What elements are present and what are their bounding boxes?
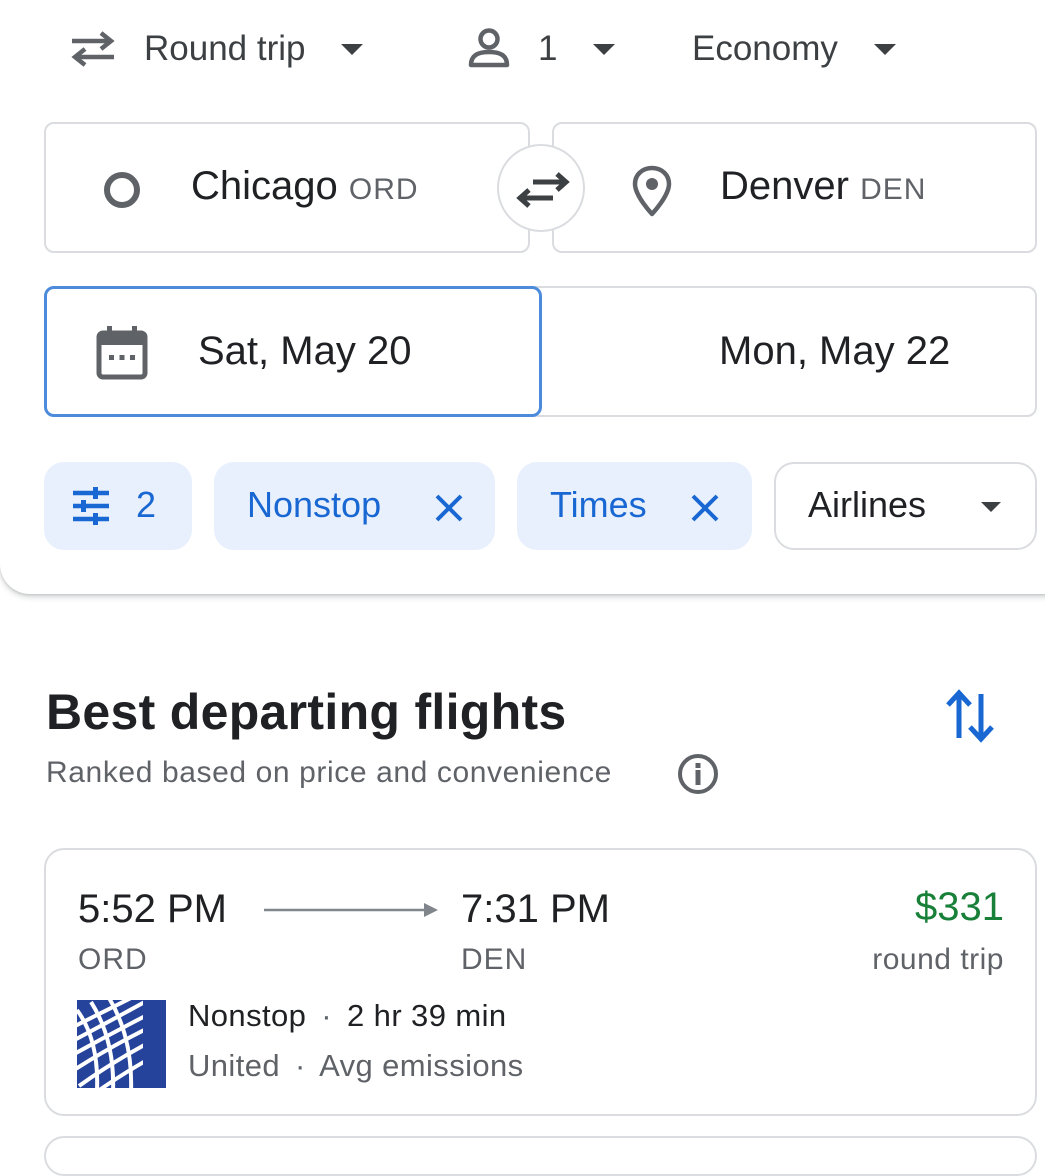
passengers-count: 1 [538,29,558,68]
close-icon[interactable] [434,493,464,528]
cabin-class-label: Economy [692,29,838,68]
caret-down-icon [873,43,896,55]
price-note: round trip [872,943,1004,976]
arrive-airport-code: DEN [461,943,528,976]
cabin-class-select[interactable]: Economy [692,22,896,76]
origin-value: Chicago ORD [191,164,419,209]
caret-down-icon [341,43,364,55]
tune-icon [71,487,111,530]
destination-value: Denver DEN [720,164,926,209]
times-chip[interactable]: Times [517,462,752,550]
circle-origin-icon [102,170,142,215]
destination-city: Denver [720,164,849,208]
info-icon[interactable] [677,753,719,800]
separator: · [295,1048,306,1083]
return-date-field[interactable]: Mon, May 22 [528,286,1037,417]
calendar-icon [94,323,150,388]
depart-time: 5:52 PM [78,887,227,931]
passengers-select[interactable]: 1 [466,22,616,76]
times-chip-label: Times [550,484,647,525]
return-date: Mon, May 22 [719,329,951,373]
sort-icon [946,689,994,743]
depart-airport-code: ORD [78,943,148,976]
origin-code: ORD [348,173,419,206]
separator: · [321,998,333,1033]
arrive-time: 7:31 PM [461,887,610,931]
location-pin-icon [631,164,673,223]
caret-down-icon [981,502,1001,512]
airlines-chip[interactable]: Airlines [774,462,1037,550]
destination-field[interactable]: Denver DEN [552,122,1037,253]
trip-type-label: Round trip [144,29,306,68]
flight-result-card[interactable]: 5:52 PM ORD 7:31 PM DEN $331 round trip [44,848,1037,1116]
flight-result-card[interactable] [44,1136,1037,1176]
depart-date-field[interactable]: Sat, May 20 [44,286,542,417]
results-title: Best departing flights [46,684,567,740]
swap-places-button[interactable] [497,144,585,232]
destination-code: DEN [860,173,927,206]
trip-type-select[interactable]: Round trip [68,22,364,76]
airlines-chip-label: Airlines [808,484,927,525]
arrow-right-icon [262,900,442,925]
origin-city: Chicago [191,164,338,208]
results-subtitle: Ranked based on price and convenience [46,756,612,790]
close-icon[interactable] [690,493,720,528]
sort-button[interactable] [940,686,1000,746]
filters-count: 2 [136,484,157,525]
flight-stops: Nonstop [188,998,307,1033]
results-subtitle-text: Ranked based on price and convenience [46,756,612,789]
person-icon [466,27,512,71]
airline-name: United [188,1048,281,1083]
flight-duration: 2 hr 39 min [347,998,507,1033]
all-filters-chip[interactable]: 2 [44,462,192,550]
flight-airline-emissions: United · Avg emissions [188,1048,524,1084]
flight-price: $331 [915,885,1004,929]
flight-stops-duration: Nonstop · 2 hr 39 min [188,998,507,1034]
swap-horiz-icon [68,29,118,69]
emissions-label: Avg emissions [319,1048,524,1083]
depart-date: Sat, May 20 [198,329,412,373]
origin-field[interactable]: Chicago ORD [44,122,530,253]
swap-places-icon [515,170,571,215]
nonstop-chip[interactable]: Nonstop [214,462,495,550]
nonstop-chip-label: Nonstop [247,484,382,525]
caret-down-icon [593,43,616,55]
united-logo [77,1000,166,1088]
